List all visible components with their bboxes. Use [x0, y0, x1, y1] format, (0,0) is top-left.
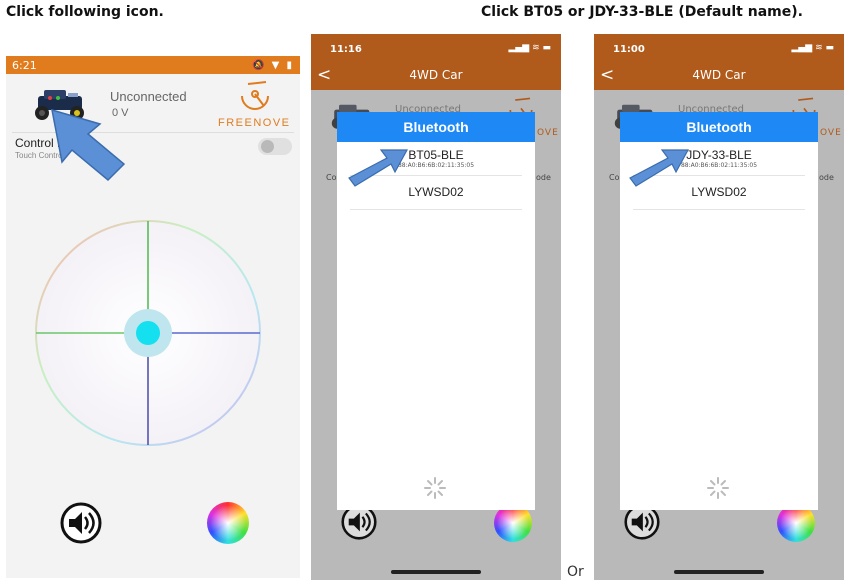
header-divider	[12, 132, 294, 133]
car-icon[interactable]	[28, 84, 90, 124]
bg-logo-fragment: OVE	[537, 128, 559, 138]
home-indicator	[674, 570, 764, 574]
device-name: JDY-33-BLE	[686, 148, 752, 162]
home-indicator	[391, 570, 481, 574]
android-status-bar: 6:21 🔕 ▼ ▮	[6, 56, 300, 74]
device-name: LYWSD02	[691, 185, 747, 199]
bg-logo-fragment: OVE	[820, 128, 842, 138]
freenove-logo-text: FREENOVE	[218, 117, 291, 129]
device-name: LYWSD02	[408, 185, 464, 199]
caption-left: Click following icon.	[6, 4, 164, 20]
loading-spinner-icon	[424, 477, 446, 499]
android-screen: 6:21 🔕 ▼ ▮ Unconnected 0 V FREENOVE Cont…	[6, 56, 300, 578]
device-item-lywsd02[interactable]: LYWSD02	[633, 176, 805, 210]
freenove-logo-icon	[241, 81, 269, 110]
status-time: 11:00	[613, 44, 645, 55]
nav-title: 4WD Car	[409, 68, 463, 82]
color-wheel-icon[interactable]	[207, 502, 249, 544]
status-icons: ▂▄▆ ≋ ▬	[508, 43, 551, 53]
joystick-pad[interactable]	[34, 219, 262, 447]
bluetooth-dialog: Bluetooth JDY-33-BLE 88:A0:B6:6B:02:11:3…	[620, 112, 818, 510]
device-mac: 88:A0:B6:6B:02:11:35:05	[680, 162, 758, 169]
device-item-lywsd02[interactable]: LYWSD02	[350, 176, 522, 210]
caption-right: Click BT05 or JDY-33-BLE (Default name).	[481, 4, 803, 20]
device-item-bt05[interactable]: BT05-BLE 88:A0:B6:6B:02:11:35:05	[350, 142, 522, 176]
loading-spinner-icon	[707, 477, 729, 499]
ios-screen-bt05: 11:16 ▂▄▆ ≋ ▬ < 4WD Car Unconnected OVE …	[311, 34, 561, 580]
speaker-icon[interactable]	[60, 502, 102, 544]
connection-status: Unconnected	[110, 89, 187, 104]
ios-screen-jdy33: 11:00 ▂▄▆ ≋ ▬ < 4WD Car Unconnected OVE …	[594, 34, 844, 580]
bluetooth-dialog: Bluetooth BT05-BLE 88:A0:B6:6B:02:11:35:…	[337, 112, 535, 510]
bg-left-fragment: Co	[609, 173, 620, 182]
status-time: 11:16	[330, 44, 362, 55]
device-item-jdy33[interactable]: JDY-33-BLE 88:A0:B6:6B:02:11:35:05	[633, 142, 805, 176]
device-name: BT05-BLE	[408, 148, 464, 162]
bg-left-fragment: Co	[326, 173, 337, 182]
voltage-readout: 0 V	[112, 107, 129, 119]
control-mode-toggle[interactable]	[258, 138, 292, 155]
android-header: Unconnected 0 V FREENOVE	[6, 74, 300, 134]
status-icons: 🔕 ▼ ▮	[251, 59, 294, 71]
or-label: Or	[567, 564, 584, 580]
bluetooth-dialog-title: Bluetooth	[620, 112, 818, 142]
control-mode-title: Control M	[15, 136, 68, 150]
nav-title: 4WD Car	[692, 68, 746, 82]
device-mac: 88:A0:B6:6B:02:11:35:05	[397, 162, 475, 169]
bluetooth-dialog-title: Bluetooth	[337, 112, 535, 142]
status-time: 6:21	[12, 58, 37, 72]
bg-right-fragment: ode	[536, 173, 551, 182]
status-icons: ▂▄▆ ≋ ▬	[791, 43, 834, 53]
control-mode-subtitle: Touch Control	[15, 151, 65, 160]
bg-right-fragment: ode	[819, 173, 834, 182]
